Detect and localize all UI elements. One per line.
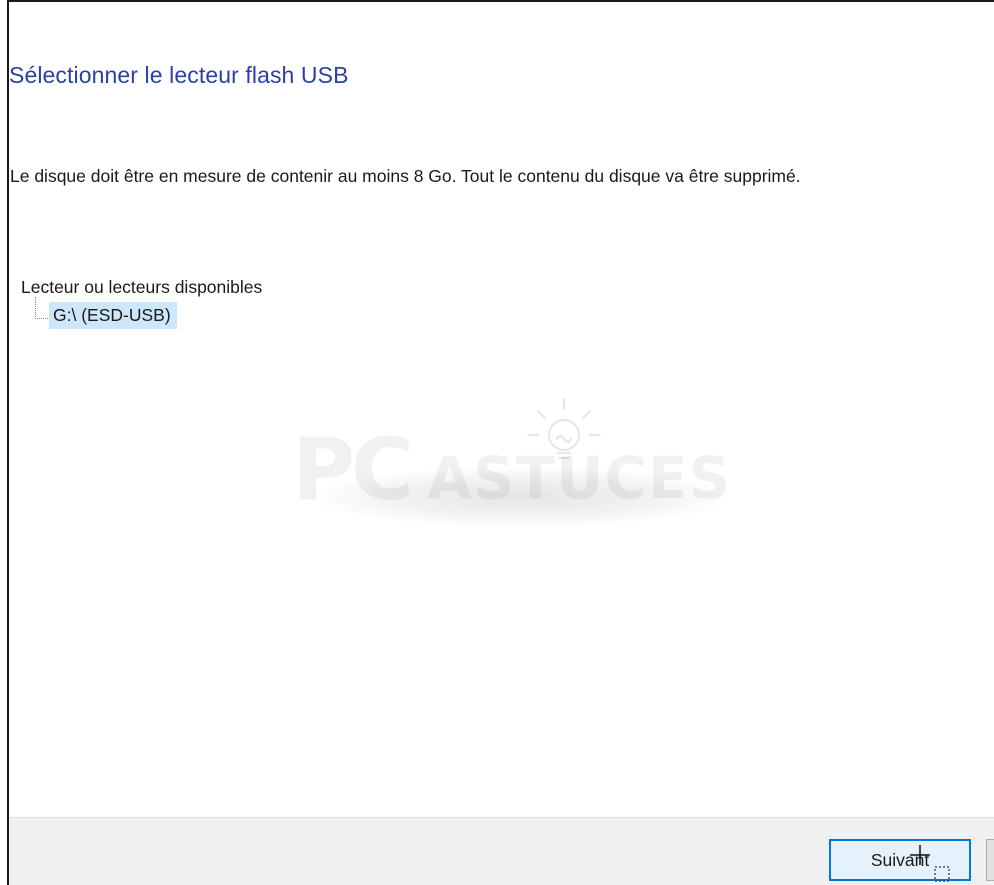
- tree-row: G:\ (ESD-USB): [21, 297, 262, 331]
- description-text: Le disque doit être en mesure de conteni…: [10, 166, 801, 186]
- lightbulb-icon: [527, 398, 601, 459]
- watermark-pc-text: PC: [292, 420, 414, 520]
- footer-bar: Suivant: [9, 817, 994, 885]
- watermark-astuces-text: ASTUCES: [427, 444, 732, 512]
- cancel-button-edge[interactable]: [986, 839, 994, 881]
- drive-item-g[interactable]: G:\ (ESD-USB): [49, 302, 177, 329]
- page-title: Sélectionner le lecteur flash USB: [9, 62, 349, 88]
- next-button[interactable]: Suivant: [829, 839, 971, 881]
- tree-root-label: Lecteur ou lecteurs disponibles: [21, 277, 263, 297]
- tree-connector-line: [35, 297, 48, 319]
- drives-tree: Lecteur ou lecteurs disponibles G:\ (ESD…: [21, 273, 262, 331]
- dialog-window: Sélectionner le lecteur flash USB Le dis…: [7, 0, 994, 885]
- watermark-shadow: [312, 467, 732, 527]
- watermark: PC ASTUCES: [292, 397, 742, 547]
